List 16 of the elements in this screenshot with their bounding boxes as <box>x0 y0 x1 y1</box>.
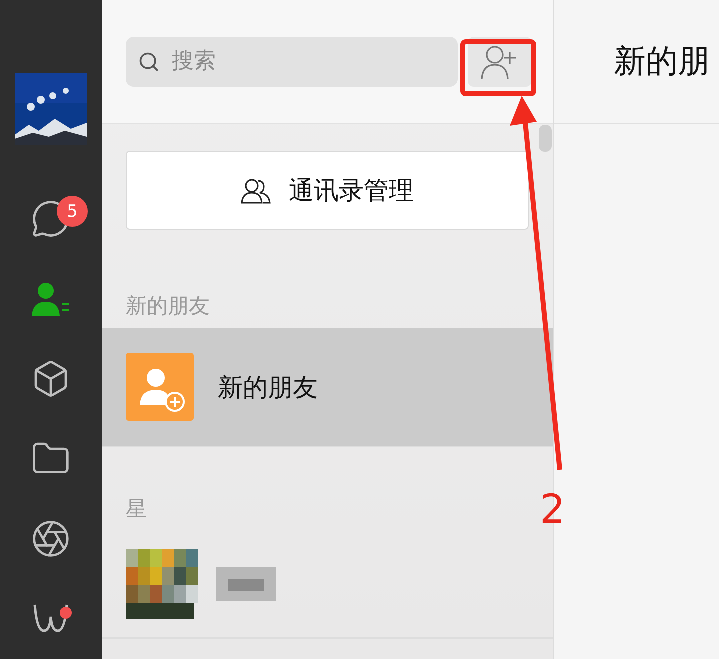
unread-badge: 5 <box>57 196 88 227</box>
search-field[interactable]: 搜索 <box>126 36 458 86</box>
step-number: 2 <box>540 490 566 530</box>
section-label: 星 <box>125 496 148 523</box>
contact-name: 新的朋友 <box>218 372 318 404</box>
people-icon <box>241 178 271 204</box>
aperture-icon[interactable] <box>31 519 71 559</box>
contacts-icon[interactable] <box>31 281 71 317</box>
contacts-manage-button[interactable]: 通讯录管理 <box>126 151 529 230</box>
scrollbar[interactable] <box>539 125 552 152</box>
add-contact-button[interactable] <box>468 36 532 86</box>
contact-row[interactable]: 新的朋友 <box>102 328 553 447</box>
new-friend-icon <box>126 353 194 421</box>
section-label: 新的朋友 <box>125 293 211 320</box>
search-icon <box>138 50 160 72</box>
panel-title: 新的朋 <box>614 40 710 82</box>
